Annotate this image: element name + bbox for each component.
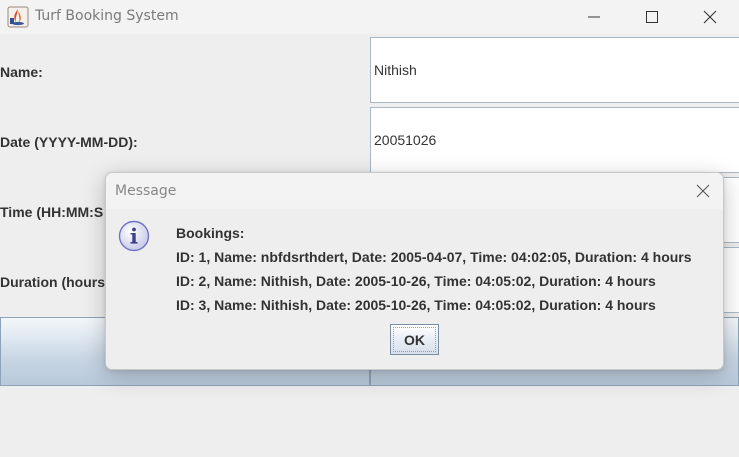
window-title: Turf Booking System: [35, 8, 179, 24]
name-label: Name:: [0, 64, 43, 80]
date-field[interactable]: 20051026: [370, 107, 739, 173]
close-icon: [703, 10, 717, 24]
dialog-title: Message: [115, 183, 177, 199]
dialog-close-button[interactable]: [693, 181, 713, 201]
message-text: Bookings: ID: 1, Name: nbfdsrthdert, Dat…: [176, 223, 692, 319]
ok-button[interactable]: OK: [390, 324, 439, 355]
message-dialog: Message Bookings: ID: 1, Name: nbfdsrthd…: [105, 172, 724, 370]
maximize-icon: [646, 11, 658, 23]
maximize-button[interactable]: [623, 0, 681, 34]
java-app-icon: [7, 6, 29, 28]
booking-line-1: ID: 1, Name: nbfdsrthdert, Date: 2005-04…: [176, 249, 692, 265]
booking-line-3: ID: 3, Name: Nithish, Date: 2005-10-26, …: [176, 297, 656, 313]
time-label: Time (HH:MM:S: [0, 204, 104, 220]
minimize-icon: [588, 16, 600, 18]
booking-line-2: ID: 2, Name: Nithish, Date: 2005-10-26, …: [176, 273, 656, 289]
bookings-heading: Bookings:: [176, 225, 245, 241]
close-button[interactable]: [681, 0, 739, 34]
close-icon: [696, 184, 710, 198]
dialog-titlebar: Message: [106, 173, 723, 209]
date-label: Date (YYYY-MM-DD):: [0, 134, 138, 150]
window-titlebar: Turf Booking System: [0, 0, 739, 34]
date-field-value: 20051026: [374, 132, 437, 148]
ok-button-label: OK: [404, 331, 425, 348]
minimize-button[interactable]: [565, 0, 623, 34]
name-field[interactable]: Nithish: [370, 37, 739, 103]
info-icon: [118, 220, 150, 252]
duration-label: Duration (hours: [0, 274, 105, 290]
